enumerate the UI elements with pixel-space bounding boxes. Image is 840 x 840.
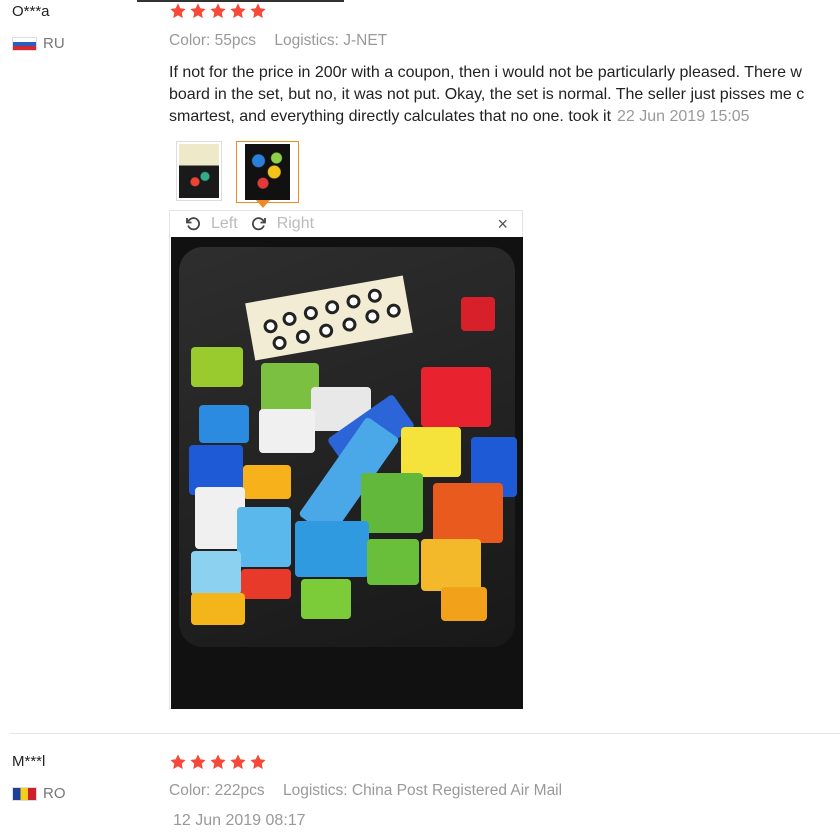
block [241,569,291,599]
order-logistics: Logistics: China Post Registered Air Mai… [282,782,563,799]
block [191,347,243,387]
russia-flag-icon [12,36,37,51]
rotate-right-icon [251,217,266,231]
review-item: O***a RU Color: 55pcs Logistics: J-NET I… [0,0,840,730]
photo-thumbnail-selected[interactable] [236,141,299,203]
photo-thumbnails [176,141,299,203]
rotate-left-label: Left [211,215,238,232]
block [433,483,503,543]
star-rating [169,753,267,771]
block [441,587,487,621]
rotate-left-button[interactable]: Left [184,215,238,233]
block [361,473,423,533]
block [191,593,245,625]
thumbnail-image [245,144,290,200]
viewer-toolbar: Left Right × [170,211,522,237]
block [301,579,351,619]
review-text-line: If not for the price in 200r with a coup… [169,64,802,81]
block [421,539,481,591]
star-icon [190,3,206,18]
block [401,427,461,477]
review-date: 22 Jun 2019 15:05 [617,108,750,125]
order-info: Color: 55pcs Logistics: J-NET [169,32,387,50]
block [191,551,241,595]
country-code: RU [43,35,65,52]
selected-pointer-icon [256,200,270,208]
rotate-right-label: Right [276,215,315,232]
review-text-line: smartest, and everything directly calcul… [169,108,612,125]
order-color: Color: 222pcs [169,782,265,799]
rotate-right-button[interactable]: Right [250,215,314,233]
review-item: M***l RO Color: 222pcs Logistics: China … [0,740,840,840]
star-icon [170,754,186,769]
block [259,409,315,453]
reviewer-country: RU [12,35,65,52]
country-code: RO [43,785,66,802]
block [243,465,291,499]
star-icon [170,3,186,18]
star-icon [190,754,206,769]
block [461,297,495,331]
block [237,507,291,567]
block [367,539,419,585]
star-icon [210,754,226,769]
review-date: 12 Jun 2019 08:17 [173,812,306,829]
star-icon [250,3,266,18]
reviewer-country: RO [12,785,66,802]
review-text: If not for the price in 200r with a coup… [169,62,840,128]
close-icon[interactable]: × [497,215,508,233]
romania-flag-icon [12,786,37,801]
review-text-line: board in the set, but no, it was not put… [169,86,805,103]
block [199,405,249,443]
star-icon [230,3,246,18]
photo-thumbnail[interactable] [176,141,222,201]
order-info: Color: 222pcs Logistics: China Post Regi… [169,782,562,800]
star-icon [230,754,246,769]
order-logistics: Logistics: J-NET [274,32,388,49]
reviewer-name: M***l [12,753,46,770]
rotate-left-icon [186,217,200,231]
reviewer-name: O***a [12,3,50,20]
block [295,521,369,577]
thumbnail-image [179,144,219,198]
star-icon [210,3,226,18]
order-color: Color: 55pcs [169,32,257,49]
review-text: 12 Jun 2019 08:17 [169,810,840,832]
star-icon [250,754,266,769]
photo-viewer: Left Right × [169,210,523,709]
star-rating [169,2,267,20]
block [421,367,491,427]
review-divider [10,733,840,734]
review-photo [171,237,523,709]
